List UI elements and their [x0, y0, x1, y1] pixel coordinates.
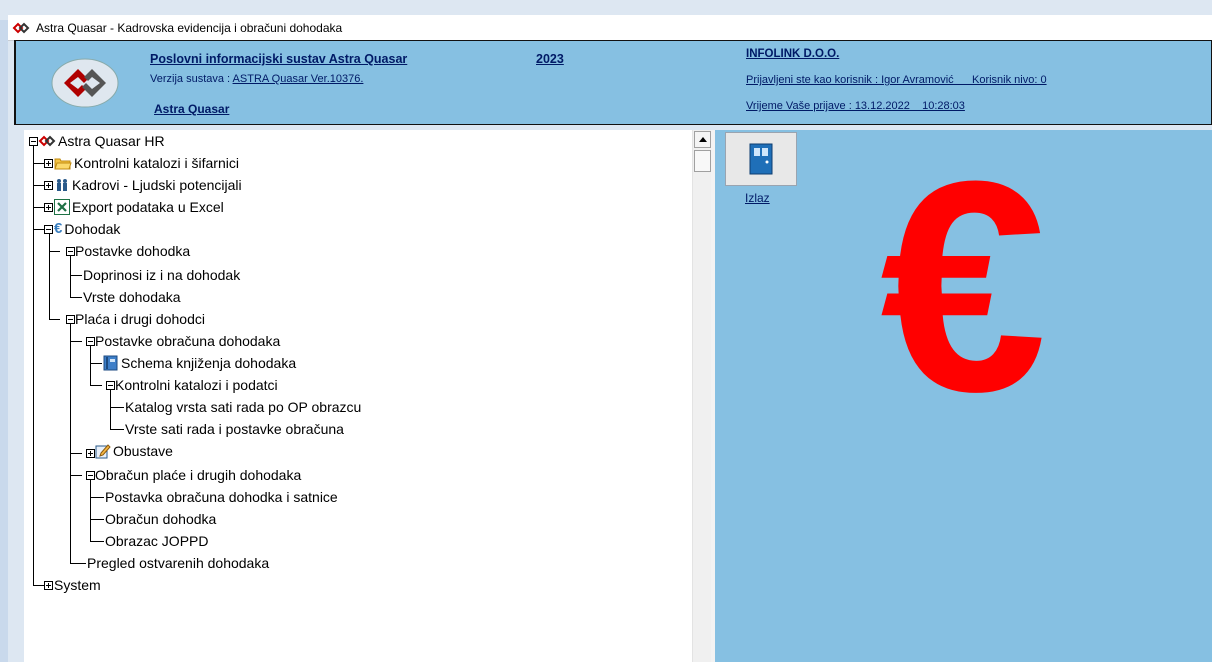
tree-item-label: Schema knjiženja dohodaka: [121, 355, 297, 371]
tree-item-label: Obrazac JOPPD: [105, 533, 209, 549]
window-title: Astra Quasar - Kadrovska evidencija i ob…: [36, 20, 343, 35]
version-value[interactable]: ASTRA Quasar Ver.10376.: [233, 73, 364, 85]
tree-item-label: Katalog vrsta sati rada po OP obrazcu: [125, 399, 362, 415]
excel-icon: [54, 199, 70, 215]
tree-item-pregled[interactable]: Pregled ostvarenih dohodaka: [87, 554, 269, 572]
people-icon: [57, 179, 67, 191]
tree-item-label: Doprinosi iz i na dohodak: [83, 267, 241, 283]
tree-item-label: Dohodak: [64, 221, 121, 237]
astra-logo-icon: [51, 58, 119, 108]
version-info: Verzija sustava : ASTRA Quasar Ver.10376…: [150, 73, 363, 85]
tree-root[interactable]: Astra Quasar HR: [38, 132, 165, 150]
tree-item-label: Postavke obračuna dohodaka: [95, 333, 281, 349]
header-panel: Poslovni informacijski sustav Astra Quas…: [14, 40, 1212, 125]
astra-logo-icon: [38, 135, 56, 147]
tree-item-vrste-dohodaka[interactable]: Vrste dohodaka: [83, 288, 181, 306]
scroll-thumb[interactable]: [694, 150, 711, 172]
tree-item-placa[interactable]: Plaća i drugi dohodci: [75, 310, 205, 328]
system-title: Poslovni informacijski sustav Astra Quas…: [150, 52, 408, 66]
tree-item-system[interactable]: System: [54, 576, 101, 594]
tree-item-label: Vrste sati rada i postavke obračuna: [125, 421, 344, 437]
tree-item-label: Postavke dohodka: [75, 243, 191, 259]
tree-root-label: Astra Quasar HR: [58, 133, 165, 149]
tree-item-label: Plaća i drugi dohodci: [75, 311, 205, 327]
tree-item-label: Obračun dohodka: [105, 511, 217, 527]
tree-item-label: Vrste dohodaka: [83, 289, 181, 305]
tree-item-label: Obustave: [113, 443, 173, 459]
tree-item-export-excel[interactable]: Export podataka u Excel: [54, 198, 224, 216]
tree-item-katalozi[interactable]: Kontrolni katalozi i šifarnici: [54, 154, 239, 172]
company-name: INFOLINK D.O.O.: [746, 48, 840, 60]
tree-item-doprinosi[interactable]: Doprinosi iz i na dohodak: [83, 266, 240, 284]
title-bar: Astra Quasar - Kadrovska evidencija i ob…: [8, 15, 1212, 41]
tree-item-label: Pregled ostvarenih dohodaka: [87, 555, 270, 571]
tree-item-obustave[interactable]: Obustave: [95, 442, 173, 460]
door-icon: [749, 143, 773, 175]
tree-item-label: Kadrovi - Ljudski potencijali: [72, 177, 242, 193]
book-icon: [103, 355, 118, 371]
version-label: Verzija sustava :: [150, 73, 233, 85]
tree-scrollbar[interactable]: [692, 130, 712, 662]
scroll-up-button[interactable]: [694, 131, 711, 148]
tree-item-label: Kontrolni katalozi i podatci: [115, 377, 278, 393]
tree-item-joppd[interactable]: Obrazac JOPPD: [105, 532, 208, 550]
short-name[interactable]: Astra Quasar: [154, 102, 229, 116]
tree-item-label: System: [54, 577, 101, 593]
tree-item-schema-knjizenja[interactable]: Schema knjiženja dohodaka: [103, 354, 296, 372]
tree-item-postavka-obracuna[interactable]: Postavka obračuna dohodka i satnice: [105, 488, 338, 506]
tree-item-dohodak[interactable]: € Dohodak: [54, 220, 120, 238]
tree-item-kadrovi[interactable]: Kadrovi - Ljudski potencijali: [54, 176, 242, 194]
tree-item-label: Postavka obračuna dohodka i satnice: [105, 489, 338, 505]
tree-item-vrste-sati[interactable]: Vrste sati rada i postavke obračuna: [125, 420, 344, 438]
tree-item-label: Export podataka u Excel: [72, 199, 224, 215]
tree-item-obracun-place[interactable]: Obračun plaće i drugih dohodaka: [95, 466, 301, 484]
left-border: [0, 20, 8, 662]
right-panel: Izlaz €: [715, 130, 1212, 662]
folder-icon: [54, 158, 72, 170]
user-info: Prijavljeni ste kao korisnik : Igor Avra…: [746, 74, 1047, 86]
tree-item-postavke-dohodka[interactable]: Postavke dohodka: [75, 242, 190, 260]
tree-item-label: Kontrolni katalozi i šifarnici: [74, 155, 239, 171]
year-label: 2023: [536, 52, 564, 66]
tree-item-obracun-dohodka[interactable]: Obračun dohodka: [105, 510, 216, 528]
tree-item-katalog-sati[interactable]: Katalog vrsta sati rada po OP obrazcu: [125, 398, 361, 416]
app-logo-icon: [12, 22, 30, 33]
navigation-tree[interactable]: Astra Quasar HR Kontrolni katalozi i šif…: [24, 130, 692, 662]
edit-icon: [95, 444, 111, 459]
euro-symbol: €: [880, 118, 1047, 454]
tree-item-label: Obračun plaće i drugih dohodaka: [95, 467, 302, 483]
exit-button[interactable]: [725, 132, 797, 186]
tree-item-postavke-obracuna[interactable]: Postavke obračuna dohodaka: [95, 332, 280, 350]
tree-item-kontrolni-podatci[interactable]: Kontrolni katalozi i podatci: [115, 376, 278, 394]
login-time: Vrijeme Vaše prijave : 13.12.2022 10:28:…: [746, 100, 965, 112]
exit-label[interactable]: Izlaz: [745, 191, 770, 205]
euro-icon: €: [54, 220, 63, 237]
